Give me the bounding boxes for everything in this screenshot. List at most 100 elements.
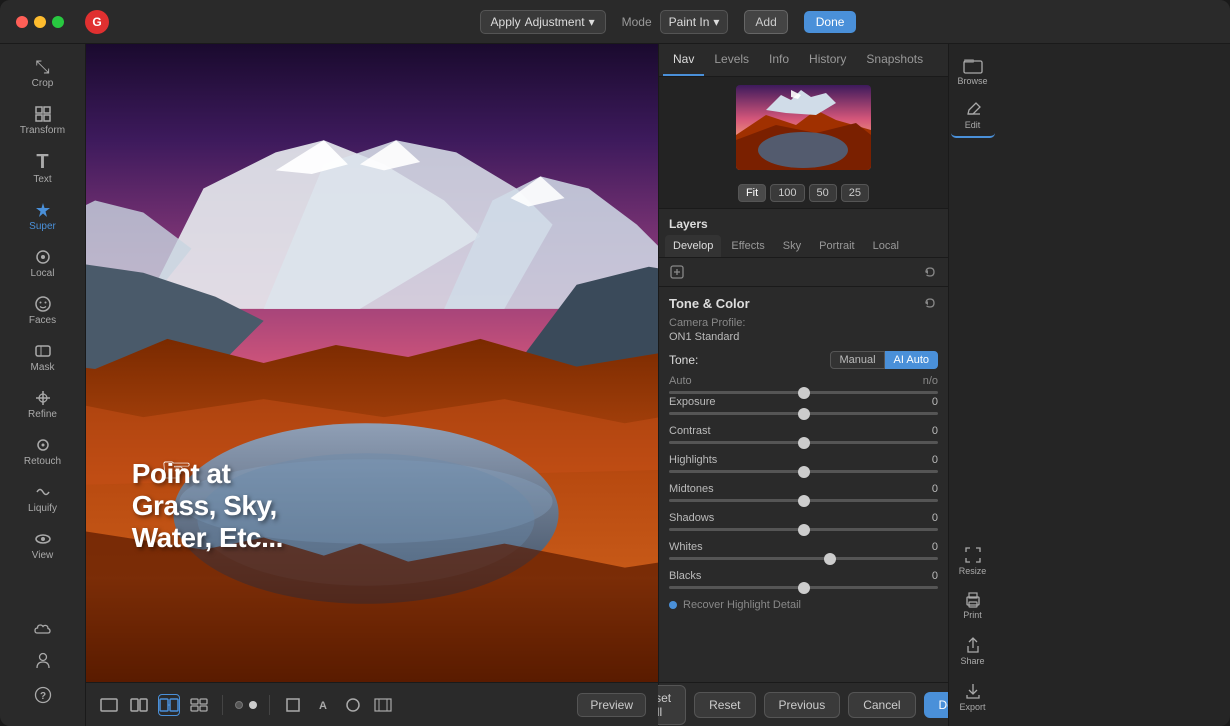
zoom-fit-button[interactable]: Fit [738,184,766,202]
contrast-label: Contrast [669,425,711,437]
layers-title: Layers [669,217,708,231]
nav-tab-nav[interactable]: Nav [663,44,704,76]
shadows-thumb[interactable] [798,524,810,536]
layers-tab-local[interactable]: Local [865,235,907,257]
view-icons [98,694,210,716]
auto-slider [669,391,938,394]
single-view-icon[interactable] [98,694,120,716]
midtones-slider-row: Midtones 0 [669,483,938,502]
layers-tab-sky[interactable]: Sky [775,235,809,257]
layer-add-icon[interactable] [669,264,685,280]
print-tool[interactable]: Print [951,586,995,626]
reset-button[interactable]: Reset [694,692,755,718]
exposure-thumb[interactable] [798,408,810,420]
tone-reset-icon[interactable] [922,295,938,311]
zoom-100-button[interactable]: 100 [770,184,804,202]
nav-tabs: Nav Levels Info History Snapshots [659,44,948,77]
layers-tab-develop[interactable]: Develop [665,235,721,257]
nav-tab-info[interactable]: Info [759,44,799,76]
export-tool[interactable]: Export [951,676,995,718]
grid-view-icon[interactable] [188,694,210,716]
layers-actions [659,258,948,287]
close-button[interactable] [16,16,28,28]
right-content: Nav Levels Info History Snapshots [658,44,1230,726]
contrast-thumb[interactable] [798,437,810,449]
highlights-slider-row: Highlights 0 [669,454,938,473]
circle-format-icon[interactable] [342,694,364,716]
nav-tab-snapshots[interactable]: Snapshots [856,44,933,76]
cloud-tool[interactable] [7,616,79,642]
whites-value: 0 [932,541,938,553]
share-icon [965,636,981,654]
app-logo: G [84,9,110,35]
nav-tab-levels[interactable]: Levels [704,44,759,76]
tool-faces[interactable]: Faces [7,289,79,332]
blacks-thumb[interactable] [798,582,810,594]
format-icons: A [282,694,394,716]
tool-text[interactable]: T Text [7,146,79,191]
nav-tab-history[interactable]: History [799,44,856,76]
split-view-icon[interactable] [128,694,150,716]
tool-liquify[interactable]: Liquify [7,477,79,520]
recover-row: Recover Highlight Detail [669,599,938,611]
layer-reset-icon[interactable] [922,264,938,280]
shadows-label: Shadows [669,512,714,524]
tool-retouch[interactable]: Retouch [7,430,79,473]
split-compare-icon[interactable] [158,694,180,716]
minimize-button[interactable] [34,16,46,28]
midtones-label: Midtones [669,483,714,495]
tone-label: Tone: [669,353,698,367]
blacks-value: 0 [932,570,938,582]
add-button[interactable]: Add [744,10,787,34]
share-tool[interactable]: Share [951,630,995,672]
camera-profile-value: ON1 Standard [669,331,938,343]
person-tool[interactable] [7,646,79,676]
svg-text:?: ? [39,691,45,702]
crop-format-icon[interactable] [282,694,304,716]
svg-text:A: A [319,700,327,712]
edit-tool[interactable]: Edit [951,96,995,138]
browse-tool[interactable]: Browse [951,52,995,92]
tone-manual-button[interactable]: Manual [830,351,884,369]
tool-crop[interactable]: ⤡ Crop [7,52,79,95]
text-format-icon[interactable]: A [312,694,334,716]
midtones-value: 0 [932,483,938,495]
tool-view[interactable]: View [7,524,79,567]
preview-button[interactable]: Preview [577,693,646,717]
blacks-slider-row: Blacks 0 [669,570,938,589]
help-tool[interactable]: ? [7,680,79,710]
layers-tabs: Develop Effects Sky Portrait Local [659,235,948,258]
resize-icon [964,546,982,564]
toolbar-separator-1 [222,695,223,715]
tool-super[interactable]: Super [7,195,79,238]
cancel-button[interactable]: Cancel [848,692,915,718]
maximize-button[interactable] [52,16,64,28]
previous-button[interactable]: Previous [764,692,841,718]
bottom-action-bar: Reset All Reset Previous Cancel Done [659,682,948,726]
midtones-thumb[interactable] [798,495,810,507]
canvas-area: ☞ Point at Grass, Sky, Water, Etc... [86,44,658,726]
layers-tab-effects[interactable]: Effects [723,235,772,257]
reset-all-button[interactable]: Reset All [658,685,686,725]
highlights-thumb[interactable] [798,466,810,478]
tool-mask[interactable]: Mask [7,336,79,379]
preview-controls: Fit 100 50 25 [659,178,948,209]
mode-group: Mode Paint In ▾ [622,10,729,34]
tool-refine[interactable]: Refine [7,383,79,426]
zoom-50-button[interactable]: 50 [809,184,837,202]
auto-row: Auto n/o [669,375,938,387]
apply-adjustment-button[interactable]: Apply Adjustment ▾ [480,10,606,34]
resize-tool[interactable]: Resize [951,540,995,582]
tool-transform[interactable]: Transform [7,99,79,142]
mode-select[interactable]: Paint In ▾ [660,10,729,34]
zoom-25-button[interactable]: 25 [841,184,869,202]
done-header-button[interactable]: Done [804,11,857,33]
tone-ai-auto-button[interactable]: AI Auto [885,351,938,369]
whites-thumb[interactable] [824,553,836,565]
tone-mode-row: Tone: Manual AI Auto [669,351,938,369]
tool-local[interactable]: Local [7,242,79,285]
overlay-format-icon[interactable] [372,694,394,716]
auto-thumb[interactable] [798,387,810,399]
canvas-image-container[interactable]: ☞ Point at Grass, Sky, Water, Etc... [86,44,658,682]
layers-tab-portrait[interactable]: Portrait [811,235,862,257]
